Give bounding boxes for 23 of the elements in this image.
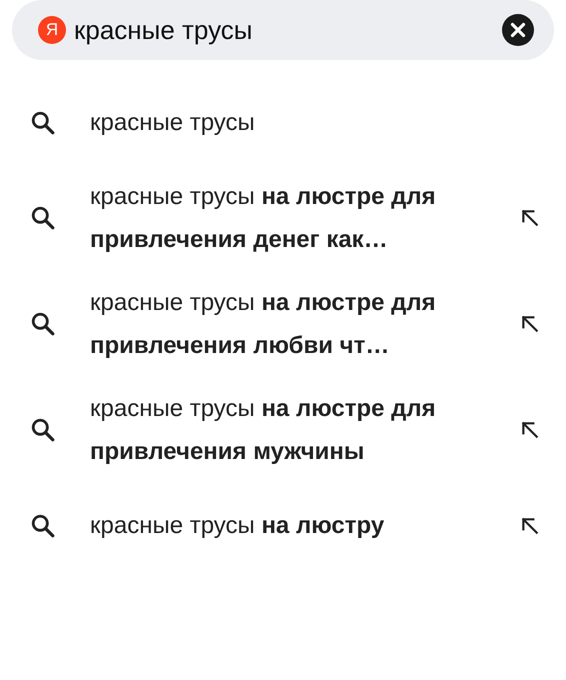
arrow-icon[interactable] (520, 208, 540, 228)
suggestion-item[interactable]: красные трусы (0, 80, 566, 165)
suggestion-text: красные трусы на люстре для привлечения денег как… (90, 182, 437, 255)
search-icon (30, 205, 56, 231)
clear-icon[interactable] (502, 14, 534, 46)
suggestion-text: красные трусы на люстре для привлечения любви чт… (90, 288, 437, 361)
search-icon (30, 417, 56, 443)
search-icon (30, 110, 56, 136)
suggestion-item[interactable]: красные трусы на люстре для привлечения денег как… (0, 165, 566, 271)
search-text: красные трусы (74, 14, 254, 46)
suggestion-text: красные трусы (90, 108, 256, 138)
suggestion-item[interactable]: красные трусы на люстру (0, 483, 566, 568)
arrow-icon[interactable] (520, 314, 540, 334)
search-icon (30, 311, 56, 337)
arrow-icon[interactable] (520, 420, 540, 440)
arrow-icon[interactable] (520, 516, 540, 536)
suggestion-item[interactable]: красные трусы на люстре для привлечения любви чт… (0, 271, 566, 377)
search-icon (30, 512, 56, 538)
suggestion-text: красные трусы на люстру (90, 511, 386, 541)
yandex-logo: Я (38, 16, 66, 44)
search-field[interactable]: Я красные трусы (12, 0, 554, 60)
suggestion-text: красные трусы на люстре для привлечения мужчины (90, 394, 437, 467)
suggestion-item[interactable]: красные трусы на люстре для привлечения мужчины (0, 377, 566, 483)
